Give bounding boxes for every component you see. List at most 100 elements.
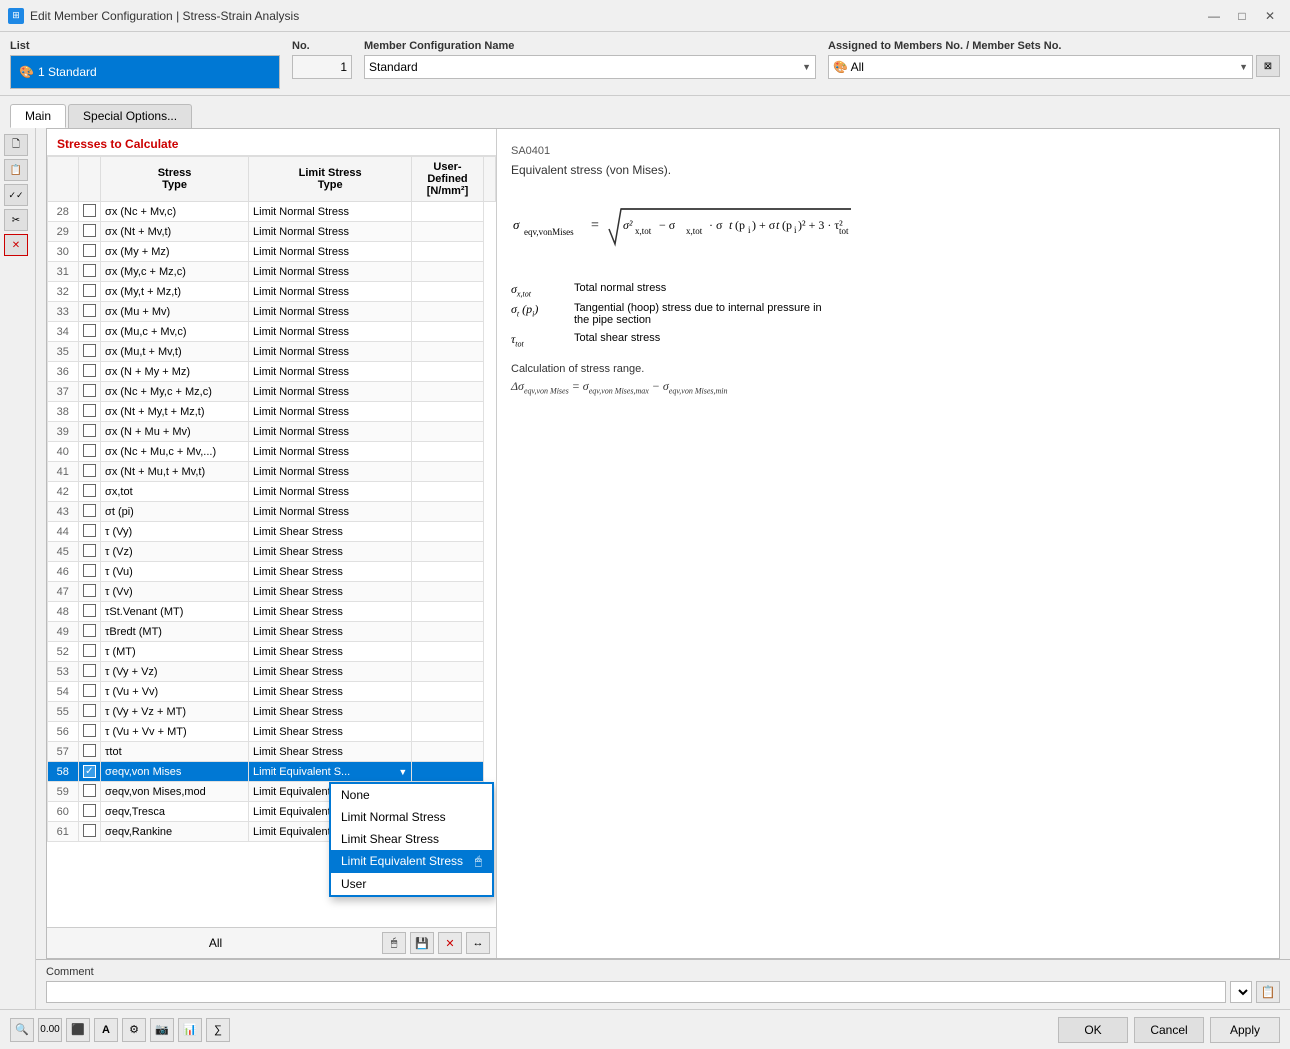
table-row[interactable]: 37σx (Nc + My,c + Mz,c)Limit Normal Stre… [48, 382, 496, 402]
list-selected-item[interactable]: 🎨 1 Standard [11, 56, 279, 88]
user-defined-cell[interactable] [412, 442, 483, 462]
table-row[interactable]: 58✓σeqv,von MisesLimit Equivalent S...▼ [48, 762, 496, 782]
user-defined-cell[interactable] [412, 482, 483, 502]
user-defined-cell[interactable] [412, 302, 483, 322]
checkbox-icon[interactable] [83, 204, 96, 217]
row-checkbox-cell[interactable] [78, 382, 100, 402]
table-row[interactable]: 56τ (Vu + Vv + MT)Limit Shear Stress [48, 722, 496, 742]
row-checkbox-cell[interactable] [78, 402, 100, 422]
row-checkbox-cell[interactable] [78, 702, 100, 722]
row-checkbox-cell[interactable] [78, 362, 100, 382]
row-checkbox-cell[interactable] [78, 542, 100, 562]
limit-stress-type-cell[interactable]: Limit Normal Stress [249, 342, 412, 362]
checkbox-icon[interactable] [83, 684, 96, 697]
checkbox-icon[interactable] [83, 544, 96, 557]
close-button[interactable]: ✕ [1258, 4, 1282, 28]
row-checkbox-cell[interactable] [78, 642, 100, 662]
user-defined-cell[interactable] [412, 422, 483, 442]
table-row[interactable]: 52τ (MT)Limit Shear Stress [48, 642, 496, 662]
toolbar-view-btn[interactable]: ⬛ [66, 1018, 90, 1042]
row-checkbox-cell[interactable] [78, 602, 100, 622]
toolbar-decimals-btn[interactable]: 0.00 [38, 1018, 62, 1042]
row-checkbox-cell[interactable] [78, 422, 100, 442]
limit-stress-type-cell[interactable]: Limit Normal Stress [249, 322, 412, 342]
checkbox-icon[interactable] [83, 824, 96, 837]
member-config-combo[interactable]: Standard ▼ [364, 55, 816, 79]
checkbox-icon[interactable]: ✓ [83, 765, 96, 778]
limit-stress-type-cell[interactable]: Limit Normal Stress [249, 222, 412, 242]
checkbox-icon[interactable] [83, 404, 96, 417]
row-checkbox-cell[interactable] [78, 262, 100, 282]
cancel-button[interactable]: Cancel [1134, 1017, 1204, 1043]
checkbox-icon[interactable] [83, 744, 96, 757]
toolbar-text-btn[interactable]: A [94, 1018, 118, 1042]
table-row[interactable]: 43σt (pi)Limit Normal Stress [48, 502, 496, 522]
user-defined-cell[interactable] [412, 702, 483, 722]
dropdown-item[interactable]: Limit Shear Stress [331, 828, 492, 850]
apply-button[interactable]: Apply [1210, 1017, 1280, 1043]
user-defined-cell[interactable] [412, 202, 483, 222]
limit-stress-type-cell[interactable]: Limit Normal Stress [249, 502, 412, 522]
dropdown-item[interactable]: None [331, 784, 492, 806]
row-checkbox-cell[interactable] [78, 782, 100, 802]
row-checkbox-cell[interactable] [78, 242, 100, 262]
dropdown-item[interactable]: Limit Normal Stress [331, 806, 492, 828]
checkbox-icon[interactable] [83, 564, 96, 577]
toolbar-search-btn[interactable]: 🔍 [10, 1018, 34, 1042]
row-checkbox-cell[interactable] [78, 482, 100, 502]
user-defined-cell[interactable] [412, 642, 483, 662]
row-checkbox-cell[interactable] [78, 582, 100, 602]
user-defined-cell[interactable] [412, 622, 483, 642]
checkbox-icon[interactable] [83, 784, 96, 797]
limit-stress-type-cell[interactable]: Limit Normal Stress [249, 402, 412, 422]
checkbox-icon[interactable] [83, 244, 96, 257]
toolbar-chart-btn[interactable]: 📊 [178, 1018, 202, 1042]
checkbox-icon[interactable] [83, 604, 96, 617]
user-defined-cell[interactable] [412, 722, 483, 742]
user-defined-cell[interactable] [412, 262, 483, 282]
limit-stress-type-cell[interactable]: Limit Normal Stress [249, 262, 412, 282]
row-checkbox-cell[interactable] [78, 622, 100, 642]
checkbox-icon[interactable] [83, 644, 96, 657]
user-defined-cell[interactable] [412, 322, 483, 342]
limit-stress-type-cell[interactable]: Limit Normal Stress [249, 442, 412, 462]
maximize-button[interactable]: □ [1230, 4, 1254, 28]
table-row[interactable]: 53τ (Vy + Vz)Limit Shear Stress [48, 662, 496, 682]
table-row[interactable]: 35σx (Mu,t + Mv,t)Limit Normal Stress [48, 342, 496, 362]
limit-stress-type-cell[interactable]: Limit Shear Stress [249, 562, 412, 582]
checkbox-icon[interactable] [83, 624, 96, 637]
table-row[interactable]: 34σx (Mu,c + Mv,c)Limit Normal Stress [48, 322, 496, 342]
row-checkbox-cell[interactable]: ✓ [78, 762, 100, 782]
footer-btn-delete[interactable]: ✕ [438, 932, 462, 954]
table-row[interactable]: 29σx (Nt + Mv,t)Limit Normal Stress [48, 222, 496, 242]
row-checkbox-cell[interactable] [78, 522, 100, 542]
new-btn[interactable]: 🗋 [4, 134, 28, 156]
table-row[interactable]: 45τ (Vz)Limit Shear Stress [48, 542, 496, 562]
checkbox-icon[interactable] [83, 304, 96, 317]
table-row[interactable]: 40σx (Nc + Mu,c + Mv,...)Limit Normal St… [48, 442, 496, 462]
checkbox-icon[interactable] [83, 444, 96, 457]
user-defined-cell[interactable] [412, 602, 483, 622]
limit-stress-type-cell[interactable]: Limit Shear Stress [249, 582, 412, 602]
limit-stress-dropdown[interactable]: NoneLimit Normal StressLimit Shear Stres… [329, 782, 494, 897]
assigned-edit-button[interactable]: ⊠ [1256, 55, 1280, 77]
limit-stress-type-cell[interactable]: Limit Shear Stress [249, 522, 412, 542]
user-defined-cell[interactable] [412, 542, 483, 562]
checkbox-icon[interactable] [83, 724, 96, 737]
tab-main[interactable]: Main [10, 104, 66, 128]
limit-stress-type-cell[interactable]: Limit Normal Stress [249, 242, 412, 262]
row-checkbox-cell[interactable] [78, 722, 100, 742]
table-row[interactable]: 38σx (Nt + My,t + Mz,t)Limit Normal Stre… [48, 402, 496, 422]
checkbox-icon[interactable] [83, 364, 96, 377]
table-row[interactable]: 54τ (Vu + Vv)Limit Shear Stress [48, 682, 496, 702]
row-checkbox-cell[interactable] [78, 202, 100, 222]
dropdown-item[interactable]: User [331, 873, 492, 895]
table-row[interactable]: 36σx (N + My + Mz)Limit Normal Stress [48, 362, 496, 382]
row-checkbox-cell[interactable] [78, 502, 100, 522]
checkbox-icon[interactable] [83, 464, 96, 477]
checkbox-icon[interactable] [83, 504, 96, 517]
toolbar-settings-btn[interactable]: ⚙ [122, 1018, 146, 1042]
check-btn[interactable]: ✓✓ [4, 184, 28, 206]
limit-stress-dropdown-caret[interactable]: ▼ [398, 767, 407, 777]
assigned-combo[interactable]: 🎨 All ▼ [828, 55, 1253, 79]
